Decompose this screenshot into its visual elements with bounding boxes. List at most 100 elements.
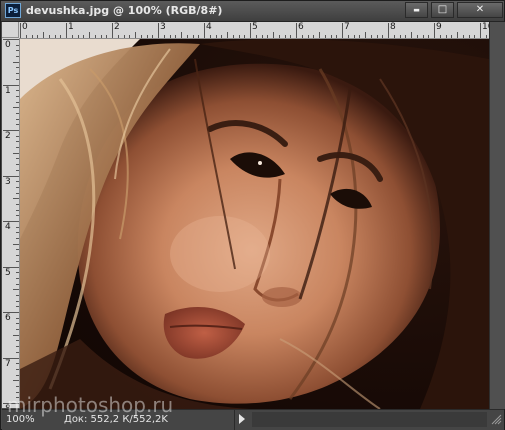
ruler-tick [3, 312, 19, 313]
ruler-tick [16, 124, 19, 126]
ruler-tick [16, 300, 19, 302]
ruler-tick [146, 35, 148, 38]
ruler-tick [319, 32, 320, 38]
status-separator [234, 410, 235, 430]
document-window: Ps devushka.jpg @ 100% (RGB/8#) ▬ □ ✕ 0 1… [0, 0, 505, 430]
ruler-tick [16, 118, 19, 120]
ruler-label-h: 5 [252, 22, 258, 32]
ruler-tick [16, 249, 19, 251]
ruler-tick [71, 35, 73, 38]
vertical-scrollbar[interactable] [489, 22, 505, 409]
ruler-tick [16, 272, 19, 274]
ruler-tick [16, 135, 19, 137]
ruler-tick [16, 186, 19, 188]
ruler-label-h: 8 [390, 22, 396, 32]
ruler-tick [135, 32, 136, 38]
ruler-tick [16, 44, 19, 46]
ruler-label-h: 7 [344, 22, 350, 32]
ruler-tick [100, 35, 102, 38]
ruler-tick [428, 35, 430, 38]
ruler-tick [13, 243, 19, 245]
ruler-tick [284, 35, 286, 38]
ruler-tick [16, 90, 19, 92]
ruler-tick [3, 130, 19, 131]
ruler-tick [273, 32, 274, 38]
minimize-button[interactable]: ▬ [405, 2, 428, 18]
ruler-tick [422, 35, 424, 38]
ruler-tick [106, 35, 108, 38]
ruler-tick [255, 35, 257, 38]
ruler-tick [221, 35, 223, 38]
ruler-tick [13, 61, 19, 63]
triangle-right-icon[interactable] [239, 414, 245, 424]
ruler-tick [382, 35, 384, 38]
ruler-tick [16, 238, 19, 240]
ruler-label-v: 7 [5, 358, 11, 369]
ruler-tick [393, 35, 395, 38]
ruler-tick [330, 35, 332, 38]
ruler-tick [16, 73, 19, 75]
document-title: devushka.jpg @ 100% (RGB/8#) [26, 4, 223, 17]
ruler-tick [25, 35, 27, 38]
ruler-tick [13, 380, 19, 382]
image-canvas[interactable] [20, 39, 489, 409]
ruler-tick [3, 357, 19, 359]
ruler-tick [89, 32, 90, 38]
ruler-tick [445, 35, 447, 38]
ruler-tick [31, 35, 33, 38]
ruler-tick [117, 35, 119, 38]
horizontal-ruler[interactable]: 0 1 2 3 4 5 6 7 8 9 10 [19, 22, 489, 39]
ruler-tick [16, 50, 19, 52]
ruler-tick [169, 35, 171, 38]
ruler-tick [16, 226, 19, 228]
ruler-tick [296, 23, 297, 38]
ruler-tick [152, 35, 154, 38]
ruler-tick [411, 32, 412, 38]
ruler-tick [324, 35, 326, 38]
ruler-tick [232, 35, 234, 38]
ruler-tick [13, 334, 19, 336]
resize-grip-icon[interactable] [491, 414, 502, 425]
ruler-label-v: 2 [5, 131, 11, 141]
ruler-tick [16, 317, 19, 319]
ruler-tick [480, 23, 481, 38]
ruler-tick [405, 35, 407, 38]
ruler-origin-corner[interactable] [2, 22, 19, 38]
ruler-tick [16, 95, 19, 97]
ruler-tick [158, 23, 159, 38]
ruler-tick [112, 23, 113, 38]
ruler-tick [16, 346, 19, 348]
ruler-tick [3, 221, 19, 222]
ruler-tick [399, 35, 401, 38]
vertical-ruler[interactable]: 012345678 [2, 38, 20, 408]
ruler-tick [16, 181, 19, 183]
ruler-label-v: 5 [5, 267, 11, 278]
ruler-tick [16, 158, 19, 160]
ruler-tick [66, 23, 67, 38]
ruler-tick [16, 141, 19, 143]
ruler-tick [16, 215, 19, 217]
ruler-tick [209, 35, 211, 38]
ruler-tick [468, 35, 470, 38]
horizontal-scrollbar[interactable] [252, 412, 487, 427]
ruler-tick [48, 35, 50, 38]
ruler-tick [238, 35, 240, 38]
ruler-tick [250, 23, 251, 38]
title-bar[interactable]: Ps devushka.jpg @ 100% (RGB/8#) ▬ □ ✕ [1, 1, 504, 22]
ruler-tick [336, 35, 338, 38]
ruler-tick [16, 277, 19, 279]
ruler-tick [16, 368, 19, 370]
ruler-tick [16, 112, 19, 114]
ruler-label-v: 4 [5, 222, 11, 232]
ruler-tick [16, 192, 19, 194]
close-icon: ✕ [475, 4, 485, 15]
ruler-tick [16, 56, 19, 58]
ruler-tick [16, 203, 19, 205]
ruler-tick [16, 363, 19, 365]
ruler-tick [474, 35, 476, 38]
ruler-label-v: 6 [5, 313, 11, 323]
ruler-tick [376, 35, 378, 38]
ruler-tick [307, 35, 309, 38]
close-button[interactable]: ✕ [457, 2, 503, 18]
maximize-button[interactable]: □ [431, 2, 454, 18]
